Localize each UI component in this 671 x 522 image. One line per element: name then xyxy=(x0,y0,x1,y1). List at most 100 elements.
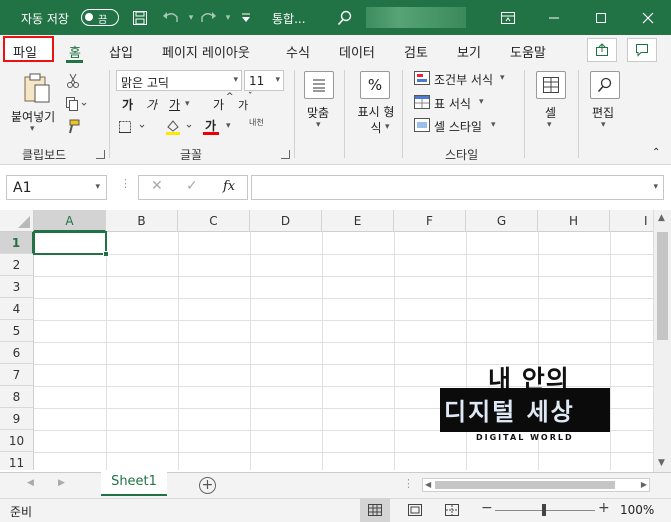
close-icon[interactable] xyxy=(637,7,659,29)
conditional-format-icon[interactable] xyxy=(414,71,430,88)
col-header-a[interactable]: A xyxy=(34,210,106,232)
chevron-down-icon[interactable]: ▾ xyxy=(491,120,496,130)
table-format-label[interactable]: 표 서식 xyxy=(434,95,471,112)
font-size-select[interactable]: 11 ▾ xyxy=(244,70,284,91)
format-painter-icon[interactable] xyxy=(66,119,80,138)
row-header-2[interactable]: 2 xyxy=(0,254,34,276)
drag-handle-icon[interactable]: ⋮ xyxy=(403,477,414,490)
chevron-down-icon[interactable]: ▾ xyxy=(385,122,390,132)
row-header-4[interactable]: 4 xyxy=(0,298,34,320)
tab-insert[interactable]: 삽입 xyxy=(109,42,133,61)
maximize-icon[interactable] xyxy=(590,7,612,29)
col-header-b[interactable]: B xyxy=(106,210,178,232)
phonetic-button[interactable]: 내천 xyxy=(249,117,264,128)
col-header-d[interactable]: D xyxy=(250,210,322,232)
tab-review[interactable]: 검토 xyxy=(404,42,428,61)
formula-input[interactable]: ▾ xyxy=(251,175,664,200)
autosave-toggle[interactable]: 끔 xyxy=(81,9,119,26)
fill-color-icon[interactable] xyxy=(165,118,195,139)
col-header-h[interactable]: H xyxy=(538,210,610,232)
font-launcher-icon[interactable] xyxy=(281,150,290,159)
cells-icon[interactable] xyxy=(536,71,566,99)
row-header-11[interactable]: 11 xyxy=(0,452,34,470)
page-break-view-button[interactable] xyxy=(437,498,467,522)
row-header-3[interactable]: 3 xyxy=(0,276,34,298)
drag-handle-icon[interactable]: ⋮ xyxy=(120,177,131,190)
scroll-left-icon[interactable]: ◀ xyxy=(425,480,431,489)
paste-dropdown-icon[interactable]: ▾ xyxy=(30,124,35,134)
row-header-7[interactable]: 7 xyxy=(0,364,34,386)
align-label[interactable]: 맞춤 xyxy=(307,104,329,121)
font-name-select[interactable]: 맑은 고딕 ▾ xyxy=(116,70,242,91)
tab-formulas[interactable]: 수식 xyxy=(286,42,310,61)
comments-button[interactable] xyxy=(627,38,657,62)
next-sheet-icon[interactable]: ▶ xyxy=(58,478,65,488)
conditional-format-label[interactable]: 조건부 서식 xyxy=(434,71,493,88)
save-icon[interactable] xyxy=(129,7,151,29)
zoom-level[interactable]: 100% xyxy=(620,503,654,517)
row-header-10[interactable]: 10 xyxy=(0,430,34,452)
tab-data[interactable]: 데이터 xyxy=(339,42,375,61)
chevron-down-icon[interactable]: ▾ xyxy=(479,97,484,107)
row-header-1[interactable]: 1 xyxy=(0,232,34,254)
editing-label[interactable]: 편집 xyxy=(592,104,614,121)
chevron-down-icon[interactable]: ▾ xyxy=(601,120,606,130)
redo-icon[interactable] xyxy=(197,7,219,29)
border-icon[interactable] xyxy=(118,120,148,137)
zoom-in-icon[interactable]: + xyxy=(598,500,610,516)
col-header-g[interactable]: G xyxy=(466,210,538,232)
tab-home[interactable]: 홈 xyxy=(69,42,81,61)
font-color-dropdown-icon[interactable]: ▾ xyxy=(226,121,231,131)
underline-button[interactable]: 가 xyxy=(169,96,180,113)
add-sheet-icon[interactable]: + xyxy=(199,477,216,494)
zoom-slider-thumb[interactable] xyxy=(542,504,546,516)
chevron-down-icon[interactable]: ▾ xyxy=(500,73,505,83)
find-icon[interactable] xyxy=(590,71,620,99)
clipboard-launcher-icon[interactable] xyxy=(96,150,105,159)
name-box[interactable]: A1 ▾ xyxy=(6,175,107,200)
scroll-down-icon[interactable]: ▼ xyxy=(658,458,665,468)
percent-icon[interactable]: % xyxy=(360,71,390,99)
chevron-down-icon[interactable]: ▾ xyxy=(316,120,321,130)
italic-button[interactable]: 가 xyxy=(146,96,157,113)
underline-dropdown-icon[interactable]: ▾ xyxy=(185,99,190,109)
horizontal-scrollbar[interactable]: ◀ ▶ xyxy=(422,478,650,492)
vertical-scrollbar[interactable]: ▲ ▼ xyxy=(653,210,671,472)
tab-help[interactable]: 도움말 xyxy=(510,42,546,61)
copy-icon[interactable] xyxy=(65,96,89,115)
ribbon-display-options-icon[interactable] xyxy=(497,7,519,29)
enter-icon[interactable]: ✓ xyxy=(186,178,198,194)
table-format-icon[interactable] xyxy=(414,95,430,112)
share-button[interactable] xyxy=(587,38,617,62)
cell-style-icon[interactable] xyxy=(414,118,430,135)
scroll-thumb[interactable] xyxy=(657,232,668,340)
scroll-up-icon[interactable]: ▲ xyxy=(658,213,665,223)
minimize-icon[interactable] xyxy=(543,7,565,29)
col-header-f[interactable]: F xyxy=(394,210,466,232)
cell-style-label[interactable]: 셀 스타일 xyxy=(434,118,482,135)
col-header-i[interactable]: I xyxy=(610,210,653,232)
select-all-button[interactable] xyxy=(0,210,34,232)
undo-icon[interactable] xyxy=(160,7,182,29)
sheet-tab-sheet1[interactable]: Sheet1 xyxy=(101,470,167,496)
col-header-c[interactable]: C xyxy=(178,210,250,232)
customize-qat-icon[interactable] xyxy=(235,7,257,29)
tab-file[interactable]: 파일 xyxy=(13,42,37,61)
col-header-e[interactable]: E xyxy=(322,210,394,232)
tab-page-layout[interactable]: 페이지 레이아웃 xyxy=(162,42,250,61)
paste-label[interactable]: 붙여넣기 xyxy=(11,108,55,125)
number-format-label[interactable]: 표시 형식 xyxy=(355,104,397,136)
align-icon[interactable] xyxy=(304,71,334,99)
paste-icon[interactable] xyxy=(22,72,52,107)
page-layout-view-button[interactable] xyxy=(400,498,430,522)
scroll-thumb[interactable] xyxy=(435,481,615,489)
bold-button[interactable]: 가 xyxy=(122,96,133,113)
shrink-font-button[interactable]: 가 xyxy=(238,97,248,113)
row-header-5[interactable]: 5 xyxy=(0,320,34,342)
row-header-8[interactable]: 8 xyxy=(0,386,34,408)
insert-function-icon[interactable]: fx xyxy=(223,179,235,194)
search-icon[interactable] xyxy=(334,7,356,29)
grow-font-button[interactable]: 가 xyxy=(213,96,224,113)
fill-handle[interactable] xyxy=(103,251,109,257)
zoom-out-icon[interactable]: − xyxy=(481,500,493,516)
